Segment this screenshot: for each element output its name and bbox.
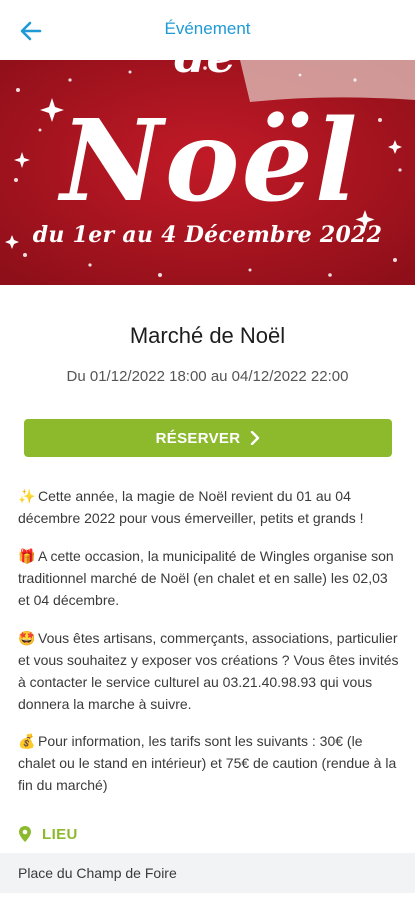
- event-title: Marché de Noël: [129, 323, 286, 348]
- banner-headline-top: de: [174, 60, 235, 83]
- description-paragraph: 🎁 A cette occasion, la municipalité de Wi…: [18, 545, 400, 611]
- reserve-button-label: RÉSERVER: [155, 429, 241, 447]
- page-title: Événement: [164, 19, 251, 38]
- banner-subline: du 1er au 4 Décembre 2022: [32, 222, 383, 248]
- event-dates: Du 01/12/2022 18:00 au 04/12/2022 22:00: [66, 368, 349, 385]
- reserve-button[interactable]: RÉSERVER: [24, 419, 392, 457]
- map-pin-icon: [19, 826, 31, 842]
- location-place-name: Place du Champ de Foire: [18, 865, 177, 881]
- description-paragraph: 💰 Pour information, les tarifs sont les s…: [18, 730, 400, 796]
- location-place-row[interactable]: Place du Champ de Foire: [0, 853, 415, 893]
- chevron-right-icon: [250, 431, 260, 445]
- app-header: Événement: [0, 0, 415, 60]
- location-section-header: LIEU: [18, 823, 78, 845]
- star-struck-icon: 🤩: [18, 630, 36, 646]
- money-bag-icon: 💰: [18, 733, 36, 749]
- location-label: LIEU: [42, 825, 78, 843]
- event-banner-image: de Noël du 1er au 4 Décembre 2022: [0, 60, 415, 285]
- description-paragraph: ✨ Cette année, la magie de Noël revient d…: [18, 485, 400, 529]
- gift-icon: 🎁: [18, 548, 36, 564]
- description-paragraph: 🤩 Vous êtes artisans, commerçants, associ…: [18, 627, 400, 715]
- sparkles-icon: ✨: [18, 488, 36, 504]
- banner-headline: Noël: [58, 96, 360, 227]
